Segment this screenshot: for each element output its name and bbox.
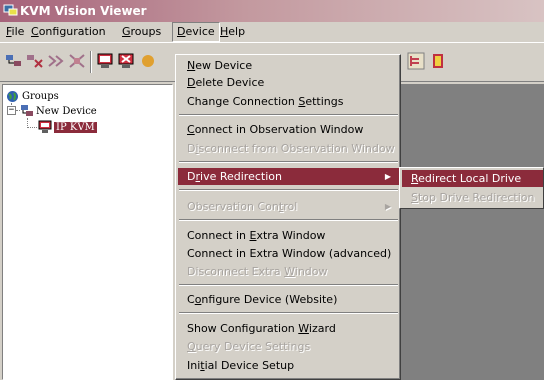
menu-disconnect-observation-window: Disconnect from Observation Window bbox=[187, 142, 395, 155]
menu-separator bbox=[179, 161, 398, 163]
menu-separator bbox=[179, 114, 398, 116]
menu-observation-control: Observation Control ▶ bbox=[187, 200, 391, 213]
menu-drive-redirection[interactable]: Drive Redirection ▶ bbox=[178, 168, 399, 185]
menu-separator bbox=[179, 284, 398, 286]
device-menu-dropdown: New Device Delete Device Change Connecti… bbox=[175, 54, 401, 380]
group-delete-icon[interactable] bbox=[26, 52, 44, 70]
drive-redirection-submenu: Redirect Local Drive Stop Drive Redirect… bbox=[399, 167, 544, 209]
device-tree[interactable]: Groups − New Device IP KVM bbox=[2, 84, 173, 380]
menu-file[interactable]: File bbox=[2, 22, 28, 42]
menu-delete-device[interactable]: Delete Device bbox=[178, 74, 399, 91]
window-title: KVM Vision Viewer bbox=[20, 4, 147, 18]
menu-configure-device-website[interactable]: Configure Device (Website) bbox=[178, 291, 399, 308]
menu-separator bbox=[179, 219, 398, 221]
group-icon bbox=[21, 105, 33, 116]
submenu-arrow-icon: ▶ bbox=[384, 202, 391, 211]
app-window: KVM Vision Viewer File Configuration Gro… bbox=[0, 0, 544, 380]
selected-device-label: IP KVM bbox=[54, 122, 97, 133]
device-monitor-icon[interactable] bbox=[96, 52, 114, 70]
device-settings-icon[interactable] bbox=[139, 52, 157, 70]
menu-separator bbox=[179, 189, 398, 191]
menu-bar: File Configuration Groups Device Help bbox=[0, 22, 544, 42]
toolbar-separator bbox=[90, 51, 92, 73]
group-connect-icon[interactable] bbox=[47, 52, 65, 70]
tree-device-ip-kvm[interactable]: IP KVM bbox=[54, 121, 97, 134]
tree-root-groups[interactable]: Groups bbox=[22, 90, 59, 103]
group-disconnect-icon[interactable] bbox=[68, 52, 86, 70]
tree-view-icon[interactable] bbox=[407, 52, 425, 70]
group-add-icon[interactable] bbox=[5, 52, 23, 70]
tree-connector bbox=[27, 127, 37, 128]
menu-query-device-settings: Query Device Settings bbox=[187, 340, 311, 353]
kvm-app-icon bbox=[3, 4, 18, 16]
submenu-arrow-icon: ▶ bbox=[384, 172, 391, 181]
menu-show-configuration-wizard[interactable]: Show Configuration Wizard bbox=[178, 320, 399, 337]
exit-icon[interactable] bbox=[429, 52, 447, 70]
menu-connect-extra-window[interactable]: Connect in Extra Window bbox=[178, 227, 399, 244]
kvm-device-icon bbox=[38, 120, 52, 133]
menu-connect-observation-window[interactable]: Connect in Observation Window bbox=[178, 121, 399, 138]
menu-help[interactable]: Help bbox=[216, 22, 249, 42]
menu-redirect-local-drive[interactable]: Redirect Local Drive bbox=[402, 170, 543, 187]
menu-initial-device-setup[interactable]: Initial Device Setup bbox=[178, 357, 399, 374]
menu-configuration[interactable]: Configuration bbox=[27, 22, 110, 42]
menu-connect-extra-window-advanced[interactable]: Connect in Extra Window (advanced) bbox=[178, 245, 399, 262]
collapse-expander[interactable]: − bbox=[7, 106, 16, 115]
menu-groups[interactable]: Groups bbox=[118, 22, 165, 42]
menu-new-device[interactable]: New Device bbox=[178, 57, 399, 74]
globe-icon bbox=[7, 91, 18, 102]
device-remove-icon[interactable] bbox=[117, 52, 135, 70]
tree-group-new-device[interactable]: New Device bbox=[36, 105, 97, 118]
title-bar[interactable]: KVM Vision Viewer bbox=[0, 0, 544, 22]
menu-disconnect-extra-window: Disconnect Extra Window bbox=[187, 265, 328, 278]
menu-change-connection-settings[interactable]: Change Connection Settings bbox=[178, 93, 399, 110]
menu-separator bbox=[179, 312, 398, 314]
menu-stop-drive-redirection: Stop Drive Redirection bbox=[411, 191, 535, 204]
menu-device[interactable]: Device bbox=[172, 22, 220, 42]
